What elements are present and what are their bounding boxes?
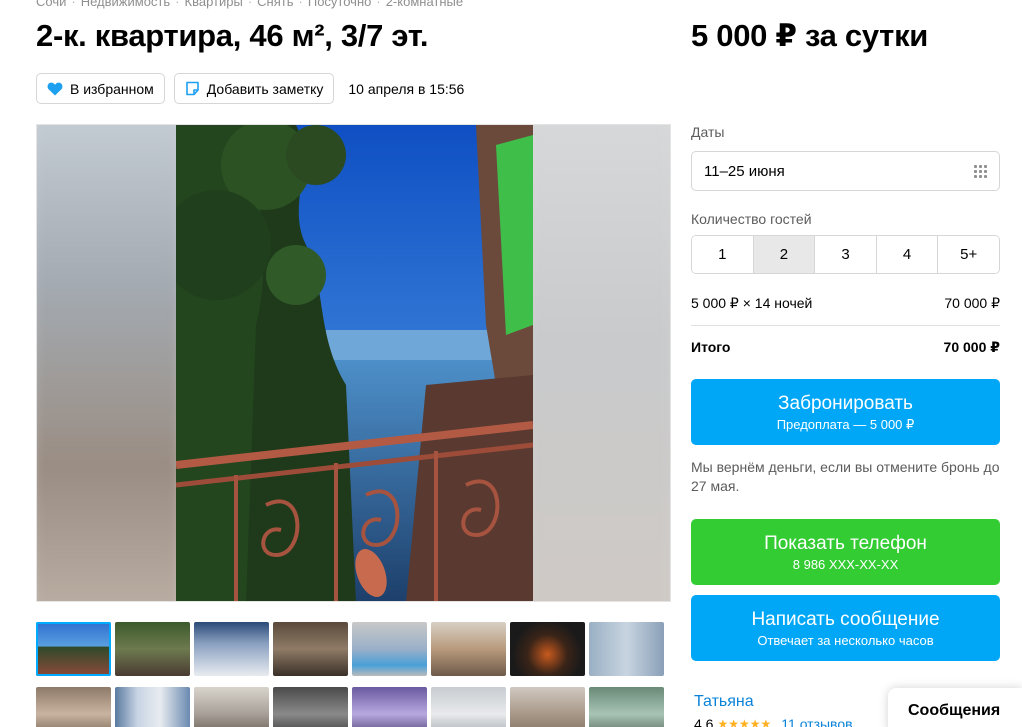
thumbnail[interactable] <box>194 622 269 676</box>
listing-actions: В избранном Добавить заметку 10 апреля в… <box>36 73 464 104</box>
divider <box>691 325 1000 326</box>
breadcrumb-item[interactable]: Недвижимость <box>81 0 170 9</box>
thumbnail[interactable] <box>273 622 348 676</box>
thumbnail[interactable] <box>36 687 111 727</box>
thumbnail[interactable] <box>273 687 348 727</box>
guest-option-1[interactable]: 1 <box>692 236 754 273</box>
thumbnail[interactable] <box>36 622 111 676</box>
photo-gallery[interactable] <box>36 124 671 602</box>
main-photo-image <box>176 125 533 601</box>
guests-label: Количество гостей <box>691 211 812 227</box>
show-phone-label: Показать телефон <box>764 532 927 554</box>
messages-label: Сообщения <box>908 701 1001 719</box>
phone-masked: 8 986 XXX-XX-XX <box>792 556 899 572</box>
seller-rating: 4,6 ★★★★★ 11 отзывов <box>694 716 853 727</box>
gallery-blur-left <box>37 125 183 601</box>
note-icon <box>185 81 199 96</box>
thumbnail-strip <box>36 622 664 727</box>
thumbnail[interactable] <box>194 687 269 727</box>
favorite-button[interactable]: В избранном <box>36 73 165 104</box>
breadcrumb-item[interactable]: Снять <box>257 0 293 9</box>
book-button[interactable]: Забронировать Предоплата — 5 000 ₽ <box>691 379 1000 445</box>
thumbnail[interactable] <box>510 687 585 727</box>
guest-option-5plus[interactable]: 5+ <box>938 236 999 273</box>
add-note-button[interactable]: Добавить заметку <box>173 73 335 104</box>
heart-icon <box>47 82 63 95</box>
add-note-label: Добавить заметку <box>206 80 324 97</box>
breadcrumb-item[interactable]: Квартиры <box>185 0 243 9</box>
total-row: Итого 70 000 ₽ <box>691 339 1000 356</box>
write-message-button[interactable]: Написать сообщение Отвечает за несколько… <box>691 595 1000 661</box>
rating-stars-icon: ★★★★★ <box>717 717 772 727</box>
breadcrumb-item[interactable]: Сочи <box>36 0 66 9</box>
breadcrumb: Сочи · Недвижимость · Квартиры · Снять · Посуточ… <box>36 0 463 9</box>
thumbnail[interactable] <box>431 622 506 676</box>
listing-title: 2-к. квартира, 46 м², 3/7 эт. <box>36 18 429 53</box>
calendar-grid-icon <box>974 164 987 178</box>
gallery-blur-right <box>524 125 670 601</box>
thumbnail[interactable] <box>589 687 664 727</box>
guest-option-2[interactable]: 2 <box>753 236 816 273</box>
thumbnail[interactable] <box>431 687 506 727</box>
calc-label: 5 000 ₽ × 14 ночей <box>691 295 813 311</box>
response-time: Отвечает за несколько часов <box>757 632 934 648</box>
write-message-label: Написать сообщение <box>751 608 940 630</box>
thumbnail[interactable] <box>115 687 190 727</box>
book-button-label: Забронировать <box>778 392 913 414</box>
thumbnail[interactable] <box>352 622 427 676</box>
thumbnail[interactable] <box>510 622 585 676</box>
total-value: 70 000 ₽ <box>943 339 1000 355</box>
listing-price: 5 000 ₽ за сутки <box>691 18 929 53</box>
dates-input[interactable]: 11–25 июня <box>691 151 1000 191</box>
show-phone-button[interactable]: Показать телефон 8 986 XXX-XX-XX <box>691 519 1000 585</box>
total-label: Итого <box>691 339 731 355</box>
reviews-link[interactable]: 11 отзывов <box>781 716 852 727</box>
guest-option-4[interactable]: 4 <box>876 236 939 273</box>
dates-label: Даты <box>691 124 725 140</box>
refund-note: Мы вернём деньги, если вы отмените бронь… <box>691 459 1000 494</box>
thumbnail[interactable] <box>115 622 190 676</box>
rating-value: 4,6 <box>694 716 714 727</box>
book-button-sub: Предоплата — 5 000 ₽ <box>776 416 915 432</box>
dates-value: 11–25 июня <box>704 162 785 180</box>
favorite-label: В избранном <box>70 80 154 97</box>
main-photo[interactable] <box>176 125 533 601</box>
breadcrumb-item[interactable]: Посуточно <box>308 0 372 9</box>
breadcrumb-item[interactable]: 2-комнатные <box>386 0 463 9</box>
price-calculation: 5 000 ₽ × 14 ночей 70 000 ₽ <box>691 295 1000 312</box>
date-posted: 10 апреля в 15:56 <box>348 80 465 97</box>
calc-value: 70 000 ₽ <box>944 295 1000 311</box>
thumbnail[interactable] <box>589 622 664 676</box>
guests-selector: 1 2 3 4 5+ <box>691 235 1000 274</box>
guest-option-3[interactable]: 3 <box>815 236 877 273</box>
messages-widget[interactable]: Сообщения <box>888 688 1022 727</box>
seller-name[interactable]: Татьяна <box>694 693 754 711</box>
booking-sidebar: Даты 11–25 июня Количество гостей 1 2 3 … <box>691 124 1000 661</box>
thumbnail[interactable] <box>352 687 427 727</box>
